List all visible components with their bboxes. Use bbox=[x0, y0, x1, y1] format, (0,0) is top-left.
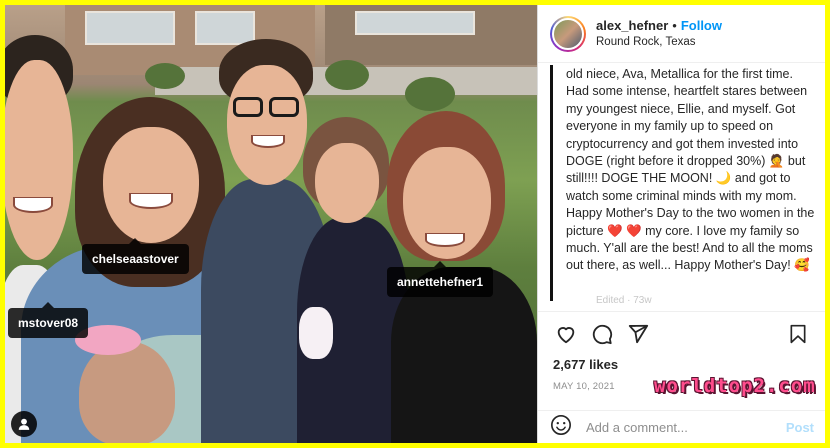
share-icon bbox=[628, 324, 649, 343]
post-photo[interactable]: chelseaastover annettehefner1 mstover08 bbox=[5, 5, 537, 443]
post-frame: chelseaastover annettehefner1 mstover08 … bbox=[5, 5, 825, 443]
user-tag-chelseaastover[interactable]: chelseaastover bbox=[82, 238, 189, 274]
post-side-panel: alex_hefner • Follow Round Rock, Texas old… bbox=[537, 5, 825, 443]
emoji-icon bbox=[551, 414, 571, 435]
background-building-right bbox=[325, 5, 537, 65]
action-bar bbox=[538, 311, 825, 355]
edited-label: Edited · 73w bbox=[596, 295, 652, 306]
post-button[interactable]: Post bbox=[786, 420, 814, 435]
heart-icon bbox=[557, 326, 575, 343]
location-link[interactable]: Round Rock, Texas bbox=[596, 34, 722, 50]
emoji-button[interactable] bbox=[550, 414, 572, 441]
follow-button[interactable]: Follow bbox=[681, 18, 722, 33]
watermark: worldtop2.com bbox=[654, 375, 816, 397]
bookmark-icon bbox=[790, 324, 806, 343]
post-caption: old niece, Ava, Metallica for the first … bbox=[566, 67, 815, 273]
comment-bar: Post bbox=[538, 410, 825, 443]
header-text: alex_hefner • Follow Round Rock, Texas bbox=[596, 18, 722, 50]
comment-icon bbox=[592, 324, 613, 344]
username-link[interactable]: alex_hefner bbox=[596, 18, 668, 33]
avatar[interactable] bbox=[550, 15, 586, 52]
user-tag-annettehefner1[interactable]: annettehefner1 bbox=[387, 261, 494, 297]
caption-scroll-area[interactable]: old niece, Ava, Metallica for the first … bbox=[550, 64, 825, 302]
comment-input[interactable] bbox=[586, 419, 786, 435]
person-icon bbox=[18, 418, 30, 430]
user-tag-mstover08[interactable]: mstover08 bbox=[8, 302, 89, 338]
post-header: alex_hefner • Follow Round Rock, Texas bbox=[538, 5, 825, 63]
post-date[interactable]: MAY 10, 2021 bbox=[553, 381, 615, 392]
comment-button[interactable] bbox=[584, 316, 620, 352]
save-button[interactable] bbox=[780, 316, 816, 352]
header-separator: • bbox=[672, 17, 677, 33]
user-tag-icon[interactable] bbox=[11, 411, 37, 437]
like-count[interactable]: 2,677 likes bbox=[553, 357, 618, 372]
like-button[interactable] bbox=[548, 316, 584, 352]
share-button[interactable] bbox=[620, 316, 656, 352]
